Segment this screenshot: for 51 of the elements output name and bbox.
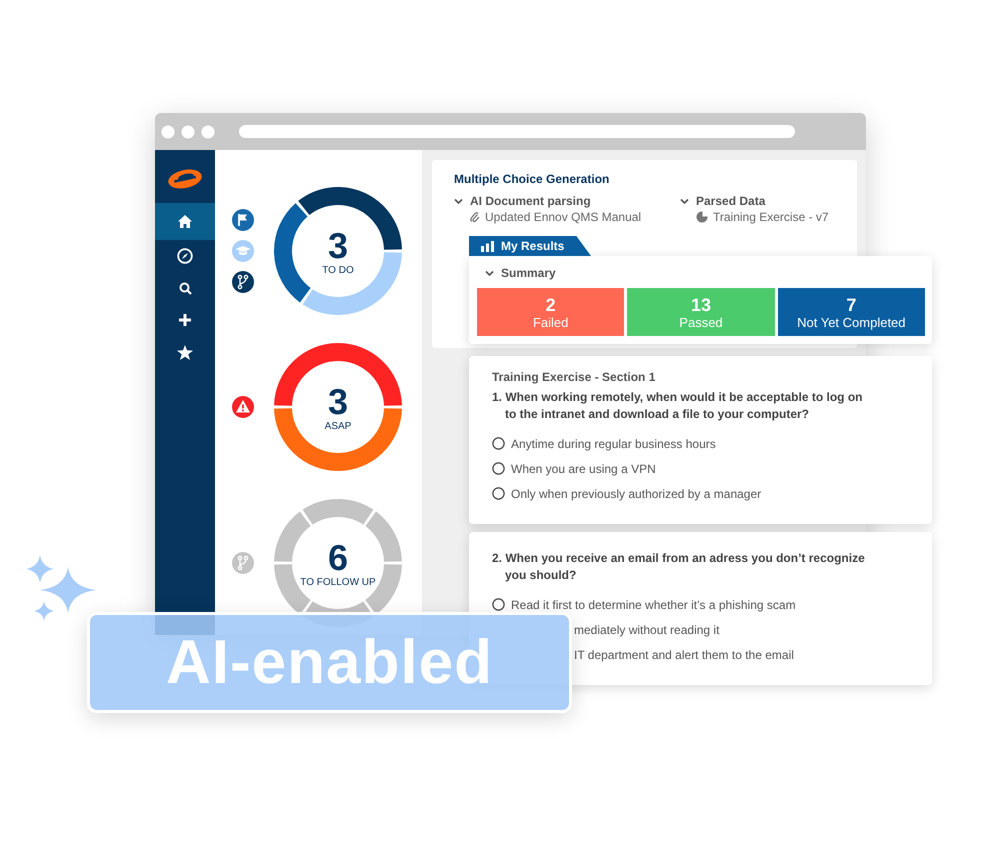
count-label: TO FOLLOW UP: [300, 576, 376, 588]
badge: AI-enabled: [87, 612, 572, 713]
results-tab[interactable]: My Results: [469, 236, 591, 256]
chevron-icon[interactable]: [485, 268, 494, 278]
tile-count: 2: [546, 294, 556, 314]
paperclip-icon: [470, 211, 480, 223]
count: 6: [328, 538, 348, 576]
nav-item[interactable]: [155, 203, 215, 240]
branch-icon[interactable]: [232, 271, 254, 293]
section-heading: Parsed Data: [696, 194, 766, 208]
radio-button[interactable]: [492, 437, 505, 450]
flag-icon[interactable]: [232, 209, 254, 231]
section-title: Training Exercise - Section 1: [492, 370, 656, 384]
section-heading: AI Document parsing: [470, 194, 591, 208]
card-title: Multiple Choice Generation: [454, 172, 610, 186]
tile-label: Not Yet Completed: [797, 314, 906, 330]
tile-count: 13: [690, 294, 711, 314]
radio-button[interactable]: [492, 598, 505, 611]
plus-icon: [179, 314, 191, 326]
count: 3: [328, 226, 348, 264]
file-name[interactable]: Updated Ennov QMS Manual: [485, 210, 642, 224]
count-label: TO DO: [322, 264, 354, 276]
count: 3: [328, 382, 348, 420]
option-label[interactable]: Only when previously authorized by a manager: [511, 486, 762, 500]
window-controls-icon: [161, 124, 217, 138]
star-icon: [177, 344, 193, 360]
file-name[interactable]: Training Exercise - v7: [713, 210, 829, 224]
bar-chart-icon: [481, 240, 494, 252]
option-label[interactable]: Anytime during regular business hours: [511, 436, 716, 450]
compass-icon: [177, 248, 193, 264]
logo-icon: [166, 168, 204, 190]
result-tile[interactable]: 7 Not Yet Completed: [778, 288, 925, 336]
count-label: ASAP: [324, 420, 352, 432]
option-label[interactable]: mediately without reading it: [574, 622, 720, 636]
option-label[interactable]: Read it first to determine whether it’s a phishing scam: [511, 598, 796, 612]
radio-button[interactable]: [492, 487, 505, 500]
radio-button[interactable]: [492, 462, 505, 475]
tile-label: Failed: [532, 314, 568, 330]
option-label[interactable]: IT department and alert them to the email: [574, 648, 794, 662]
question-text: 1. When working remotely, when would it be acceptable to log on to the intranet and download a file to your computer?: [492, 389, 864, 423]
question-text: 2. When you receive an email from an adress you don’t recognize you should?: [492, 550, 866, 584]
pie-chart-icon: [696, 211, 708, 223]
chevron-icon[interactable]: [680, 196, 689, 206]
summary-title: Summary: [501, 266, 556, 280]
home-icon: [178, 215, 192, 228]
search-icon: [178, 282, 192, 294]
warning-icon[interactable]: [232, 396, 254, 418]
option-label[interactable]: When you are using a VPN: [511, 462, 656, 476]
chevron-icon[interactable]: [454, 196, 463, 206]
tile-label: Passed: [679, 314, 723, 330]
tile-count: 7: [846, 294, 856, 314]
